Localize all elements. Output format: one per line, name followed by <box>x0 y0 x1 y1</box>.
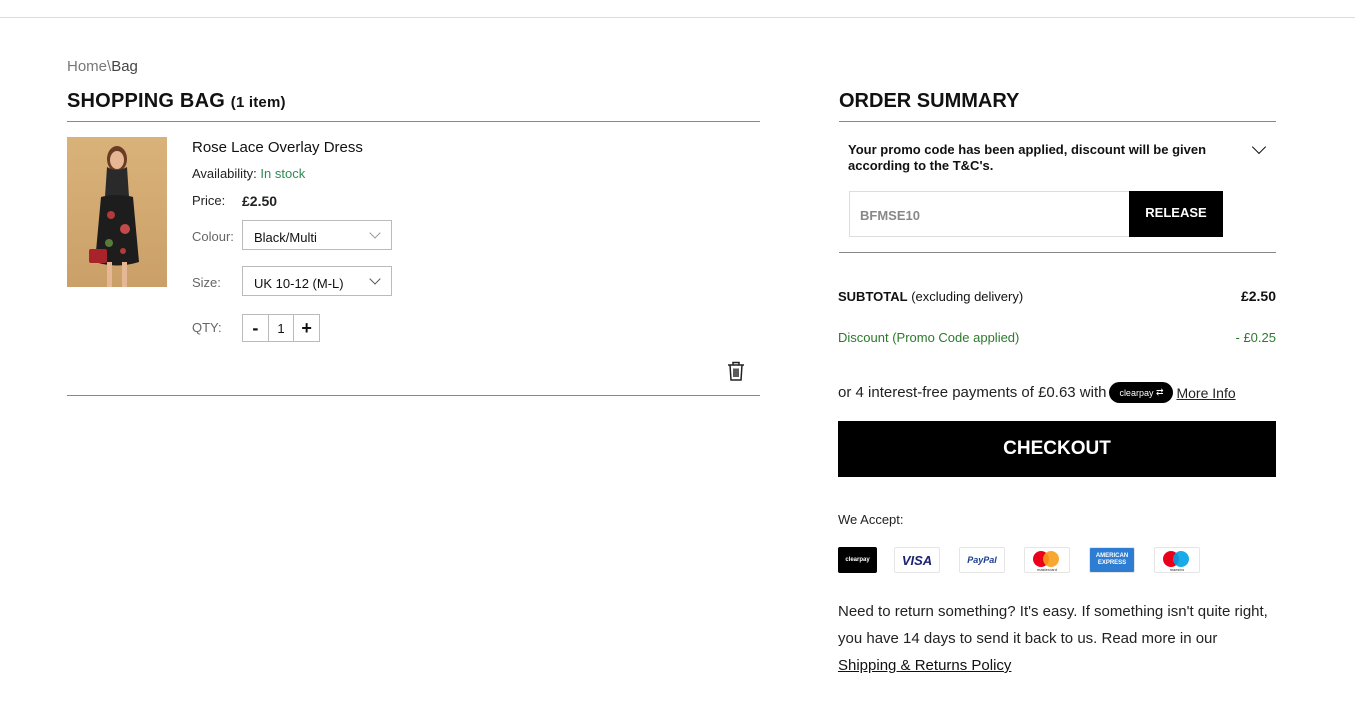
qty-decrease-button[interactable]: - <box>243 315 268 341</box>
payment-icon-label: clearpay <box>845 557 870 563</box>
order-summary-title: ORDER SUMMARY <box>839 90 1020 112</box>
returns-info: Need to return something? It's easy. If … <box>838 598 1278 679</box>
release-button[interactable]: RELEASE <box>1129 191 1223 237</box>
payment-icon-label: AMERICAN EXPRESS <box>1095 553 1129 566</box>
discount-value: - £0.25 <box>1235 330 1276 345</box>
bag-title-text: SHOPPING BAG <box>67 90 225 112</box>
bag-item-divider <box>67 395 760 396</box>
clearpay-icon: clearpay <box>838 547 877 573</box>
product-name[interactable]: Rose Lace Overlay Dress <box>192 139 363 156</box>
shopping-bag-title: SHOPPING BAG (1 item) <box>67 90 286 113</box>
size-select[interactable]: UK 10-12 (M-L) <box>242 266 392 296</box>
mastercard-icon: mastercard <box>1024 547 1070 573</box>
qty-value[interactable]: 1 <box>267 315 295 341</box>
payment-icon-label: VISA <box>901 552 933 568</box>
bag-title-divider <box>67 121 760 122</box>
promo-applied-message: Your promo code has been applied, discou… <box>848 142 1207 173</box>
promo-divider <box>839 252 1276 253</box>
price-value: £2.50 <box>242 193 278 209</box>
colour-select[interactable]: Black/Multi <box>242 220 392 250</box>
price-label: Price: <box>192 193 226 208</box>
subtotal-row: SUBTOTAL (excluding delivery) <box>838 289 1023 304</box>
more-info-link[interactable]: More Info <box>1176 385 1235 401</box>
product-image[interactable] <box>67 137 167 287</box>
bag-item-count: (1 item) <box>230 94 286 111</box>
availability-status: In stock <box>260 166 306 181</box>
qty-label: QTY: <box>192 320 222 335</box>
availability: Availability: In stock <box>192 166 305 181</box>
colour-label: Colour: <box>192 229 234 244</box>
chevron-down-icon <box>369 227 381 239</box>
amex-icon: AMERICAN EXPRESS <box>1089 547 1135 573</box>
payment-icons: clearpay VISA PayPal mastercard AMERICAN… <box>838 547 1219 573</box>
breadcrumb-current: Bag <box>111 58 138 75</box>
breadcrumb-home[interactable]: Home <box>67 58 107 75</box>
clearpay-badge-label: clearpay <box>1119 387 1154 398</box>
visa-icon: VISA <box>894 547 940 573</box>
payment-icon-label: maestro <box>1169 567 1185 572</box>
breadcrumb: Home\Bag <box>67 58 138 75</box>
maestro-icon: maestro <box>1154 547 1200 573</box>
payment-icon-label: mastercard <box>1036 567 1057 572</box>
paypal-icon: PayPal <box>959 547 1005 573</box>
payment-icon-label: PayPal <box>967 555 997 565</box>
we-accept-label: We Accept: <box>838 512 904 527</box>
summary-title-divider <box>839 121 1276 122</box>
availability-label: Availability: <box>192 166 257 181</box>
subtotal-value: £2.50 <box>1240 288 1276 304</box>
subtotal-label: SUBTOTAL <box>838 289 908 304</box>
clearpay-text: or 4 interest-free payments of £0.63 wit… <box>838 384 1107 401</box>
returns-text: Need to return something? It's easy. If … <box>838 603 1268 647</box>
price-row: Price: £2.50 <box>192 193 277 209</box>
subtotal-note: (excluding delivery) <box>911 289 1024 304</box>
qty-increase-button[interactable]: + <box>294 315 319 341</box>
clearpay-info: or 4 interest-free payments of £0.63 wit… <box>838 382 1236 403</box>
shipping-returns-link[interactable]: Shipping & Returns Policy <box>838 657 1011 674</box>
size-select-value: UK 10-12 (M-L) <box>254 276 344 291</box>
clearpay-logo: clearpay ⇄ <box>1109 382 1174 403</box>
discount-label: Discount (Promo Code applied) <box>838 330 1020 345</box>
quantity-stepper: - 1 + <box>242 314 320 342</box>
promo-code-input[interactable]: BFMSE10 <box>849 191 1130 237</box>
checkout-button[interactable]: CHECKOUT <box>838 421 1276 477</box>
size-label: Size: <box>192 275 221 290</box>
trash-icon[interactable] <box>726 360 746 382</box>
chevron-down-icon <box>369 273 381 285</box>
colour-select-value: Black/Multi <box>254 230 317 245</box>
header-divider <box>0 17 1355 18</box>
